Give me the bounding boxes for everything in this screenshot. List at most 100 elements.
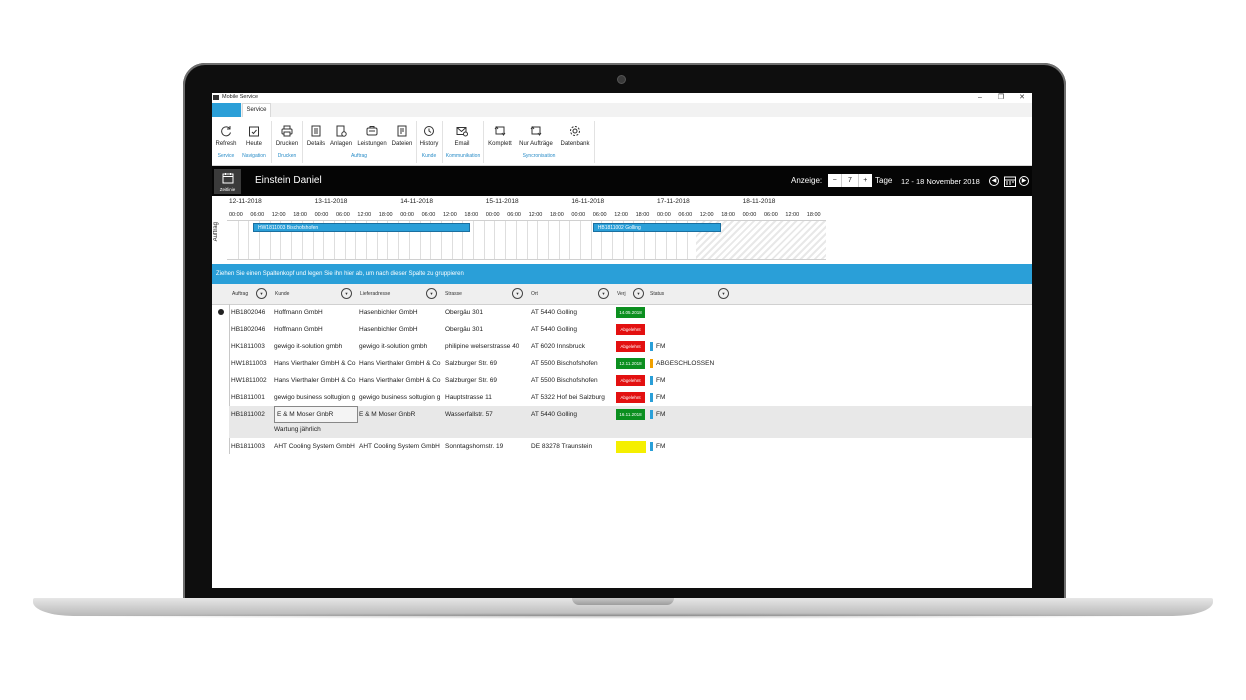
timeline-order-bar[interactable]: HW1811003 Bischofshofen (252, 223, 471, 232)
timeline-hour-label: 18:00 (378, 212, 393, 218)
status-color-marker (650, 342, 653, 351)
grid-header: Auftrag ▼ Kunde ▼ Lieferadresse ▼ Strasse ▼ Ort ▼… (212, 284, 1032, 305)
group-by-hint[interactable]: Ziehen Sie einen Spaltenkopf und legen S… (212, 264, 1032, 284)
ribbon-separator (483, 121, 484, 163)
column-header-status[interactable]: Status (650, 284, 664, 304)
timeline-day-label: 16-11-2018 (571, 198, 605, 205)
filter-icon[interactable]: ▼ (426, 288, 437, 299)
table-row[interactable]: HK1811003 gewigo it-solution gmbh gewigo i… (229, 338, 1032, 355)
calendar-picker-icon[interactable] (1004, 175, 1016, 187)
gear-icon (570, 126, 580, 136)
timeline-hour-label: 18:00 (721, 212, 735, 218)
nur-auftraege-button[interactable]: Nur Aufträge (517, 119, 555, 149)
timeline-order-bar[interactable]: HB1811002 Golling (592, 223, 722, 232)
increment-button[interactable]: + (859, 174, 872, 187)
filter-icon[interactable]: ▼ (598, 288, 609, 299)
column-header-kunde[interactable]: Kunde (275, 284, 289, 304)
filter-icon[interactable]: ▼ (341, 288, 352, 299)
group-label-kommunikation: Kommunikation (445, 153, 481, 159)
filter-icon[interactable]: ▼ (512, 288, 523, 299)
cell-kunde: Hoffmann GmbH (274, 326, 323, 333)
email-button[interactable]: Email (450, 119, 474, 149)
next-week-button[interactable]: ▶ (1019, 176, 1029, 186)
komplett-button[interactable]: Komplett (485, 119, 515, 149)
status-color-marker (650, 359, 653, 368)
ribbon-separator (271, 121, 272, 163)
date-status-badge: Abgelehnt (616, 341, 645, 352)
window-title: Mobile Service (222, 94, 259, 100)
timeline-hour-label: 18:00 (293, 212, 307, 218)
history-button[interactable]: History (418, 119, 440, 149)
filter-icon[interactable]: ▼ (256, 288, 267, 299)
cell-ort: AT 5500 Bischofshofen (531, 377, 598, 384)
anlagen-button[interactable]: Anlagen (328, 119, 354, 149)
table-row[interactable]: HB1811001 gewigo business soltugion g gewi… (229, 389, 1032, 406)
timeline-hour-label: 06:00 (678, 212, 693, 218)
column-header-verj[interactable]: Verj (617, 284, 626, 304)
drucken-button[interactable]: Drucken (274, 119, 300, 149)
column-header-ort[interactable]: Ort (531, 284, 538, 304)
minimize-button[interactable]: – (970, 93, 990, 103)
datenbank-button[interactable]: Datenbank (557, 119, 593, 149)
timeline-hour-label: 18:00 (464, 212, 479, 218)
date-status-badge: 12.11.2018 (616, 358, 645, 369)
heute-button[interactable]: Heute (242, 119, 266, 149)
timeline-day-label: 15-11-2018 (485, 198, 519, 205)
timeline-hour-label: 12:00 (357, 212, 372, 218)
group-label-service: Service (217, 153, 235, 159)
table-row[interactable]: HW1811003 Hans Vierthaler GmbH & Co Hans V… (229, 355, 1032, 372)
group-label-syncronisation: Syncronisation (522, 153, 556, 159)
details-button[interactable]: Details (304, 119, 328, 149)
table-row[interactable]: HB1802046 Hoffmann GmbH Hasenbichler GmbH O… (229, 304, 1032, 321)
date-range: 12 - 18 November 2018 (901, 177, 980, 186)
timeline-day-label: 17-11-2018 (657, 198, 690, 205)
table-row[interactable]: HW1811002 Hans Vierthaler GmbH & Co Hans V… (229, 372, 1032, 389)
zeitlinie-button[interactable]: Zeitlinie (214, 169, 241, 194)
tab-service[interactable]: Service (242, 103, 271, 117)
refresh-button[interactable]: Refresh (214, 119, 238, 149)
column-header-lieferadresse[interactable]: Lieferadresse (360, 284, 390, 304)
cell-lieferadresse: gewigo business soltugion g (359, 394, 441, 401)
decrement-button[interactable]: − (828, 174, 841, 187)
filter-icon[interactable]: ▼ (718, 288, 729, 299)
cell-lieferadresse: Hasenbichler GmbH (359, 326, 418, 333)
laptop-notch (572, 598, 674, 605)
column-header-strasse[interactable]: Strasse (445, 284, 462, 304)
cell-kunde: Hans Vierthaler GmbH & Co (274, 360, 356, 367)
previous-week-button[interactable]: ◀ (989, 176, 999, 186)
dateien-button[interactable]: Dateien (390, 119, 414, 149)
group-label-auftrag: Auftrag (350, 153, 368, 159)
cell-strasse: Salzburger Str. 69 (445, 360, 498, 367)
calendar-check-icon (249, 126, 259, 137)
days-value[interactable]: 7 (841, 174, 859, 187)
close-button[interactable]: ✕ (1012, 93, 1032, 103)
timeline-gridline (558, 221, 560, 259)
webcam (617, 75, 626, 84)
timeline-hour-label: 18:00 (635, 212, 650, 218)
date-status-badge: Abgelehnt (616, 392, 645, 403)
leistungen-button[interactable]: Leistungen (355, 119, 389, 149)
maximize-button[interactable]: ❐ (991, 93, 1011, 103)
timeline-hour-label: 06:00 (592, 212, 607, 218)
table-row[interactable]: HB1802046 Hoffmann GmbH Hasenbichler GmbH O… (229, 321, 1032, 338)
cell-lieferadresse: gewigo it-solution gmbh (359, 343, 428, 350)
tab-file[interactable] (212, 103, 241, 117)
cell-lieferadresse: Hans Vierthaler GmbH & Co (359, 377, 441, 384)
cell-lieferadresse: Hasenbichler GmbH (359, 309, 418, 316)
column-header-auftrag[interactable]: Auftrag (232, 284, 248, 304)
days-stepper[interactable]: − 7 + (828, 174, 872, 187)
status-color-marker (650, 410, 653, 419)
table-row[interactable]: HB1811002 E & M Moser GnbR E & M Moser Gnb… (229, 406, 1032, 438)
timeline-hour-label: 00:00 (485, 212, 500, 218)
cell-status: FM (656, 443, 666, 450)
anzeige-label: Anzeige: (791, 176, 823, 185)
cell-ort: AT 5440 Golling (531, 309, 578, 316)
filter-icon[interactable]: ▼ (633, 288, 644, 299)
sync-full-icon (494, 126, 506, 136)
group-label-kunde: Kunde (421, 153, 437, 159)
table-row[interactable]: HB1811003 AHT Cooling System GmbH AHT Cool… (229, 438, 1032, 455)
services-icon (366, 126, 378, 136)
timeline-gridline (547, 221, 549, 259)
cell-ort: DE 83278 Traunstein (531, 443, 593, 450)
timeline-gridline (579, 221, 581, 259)
